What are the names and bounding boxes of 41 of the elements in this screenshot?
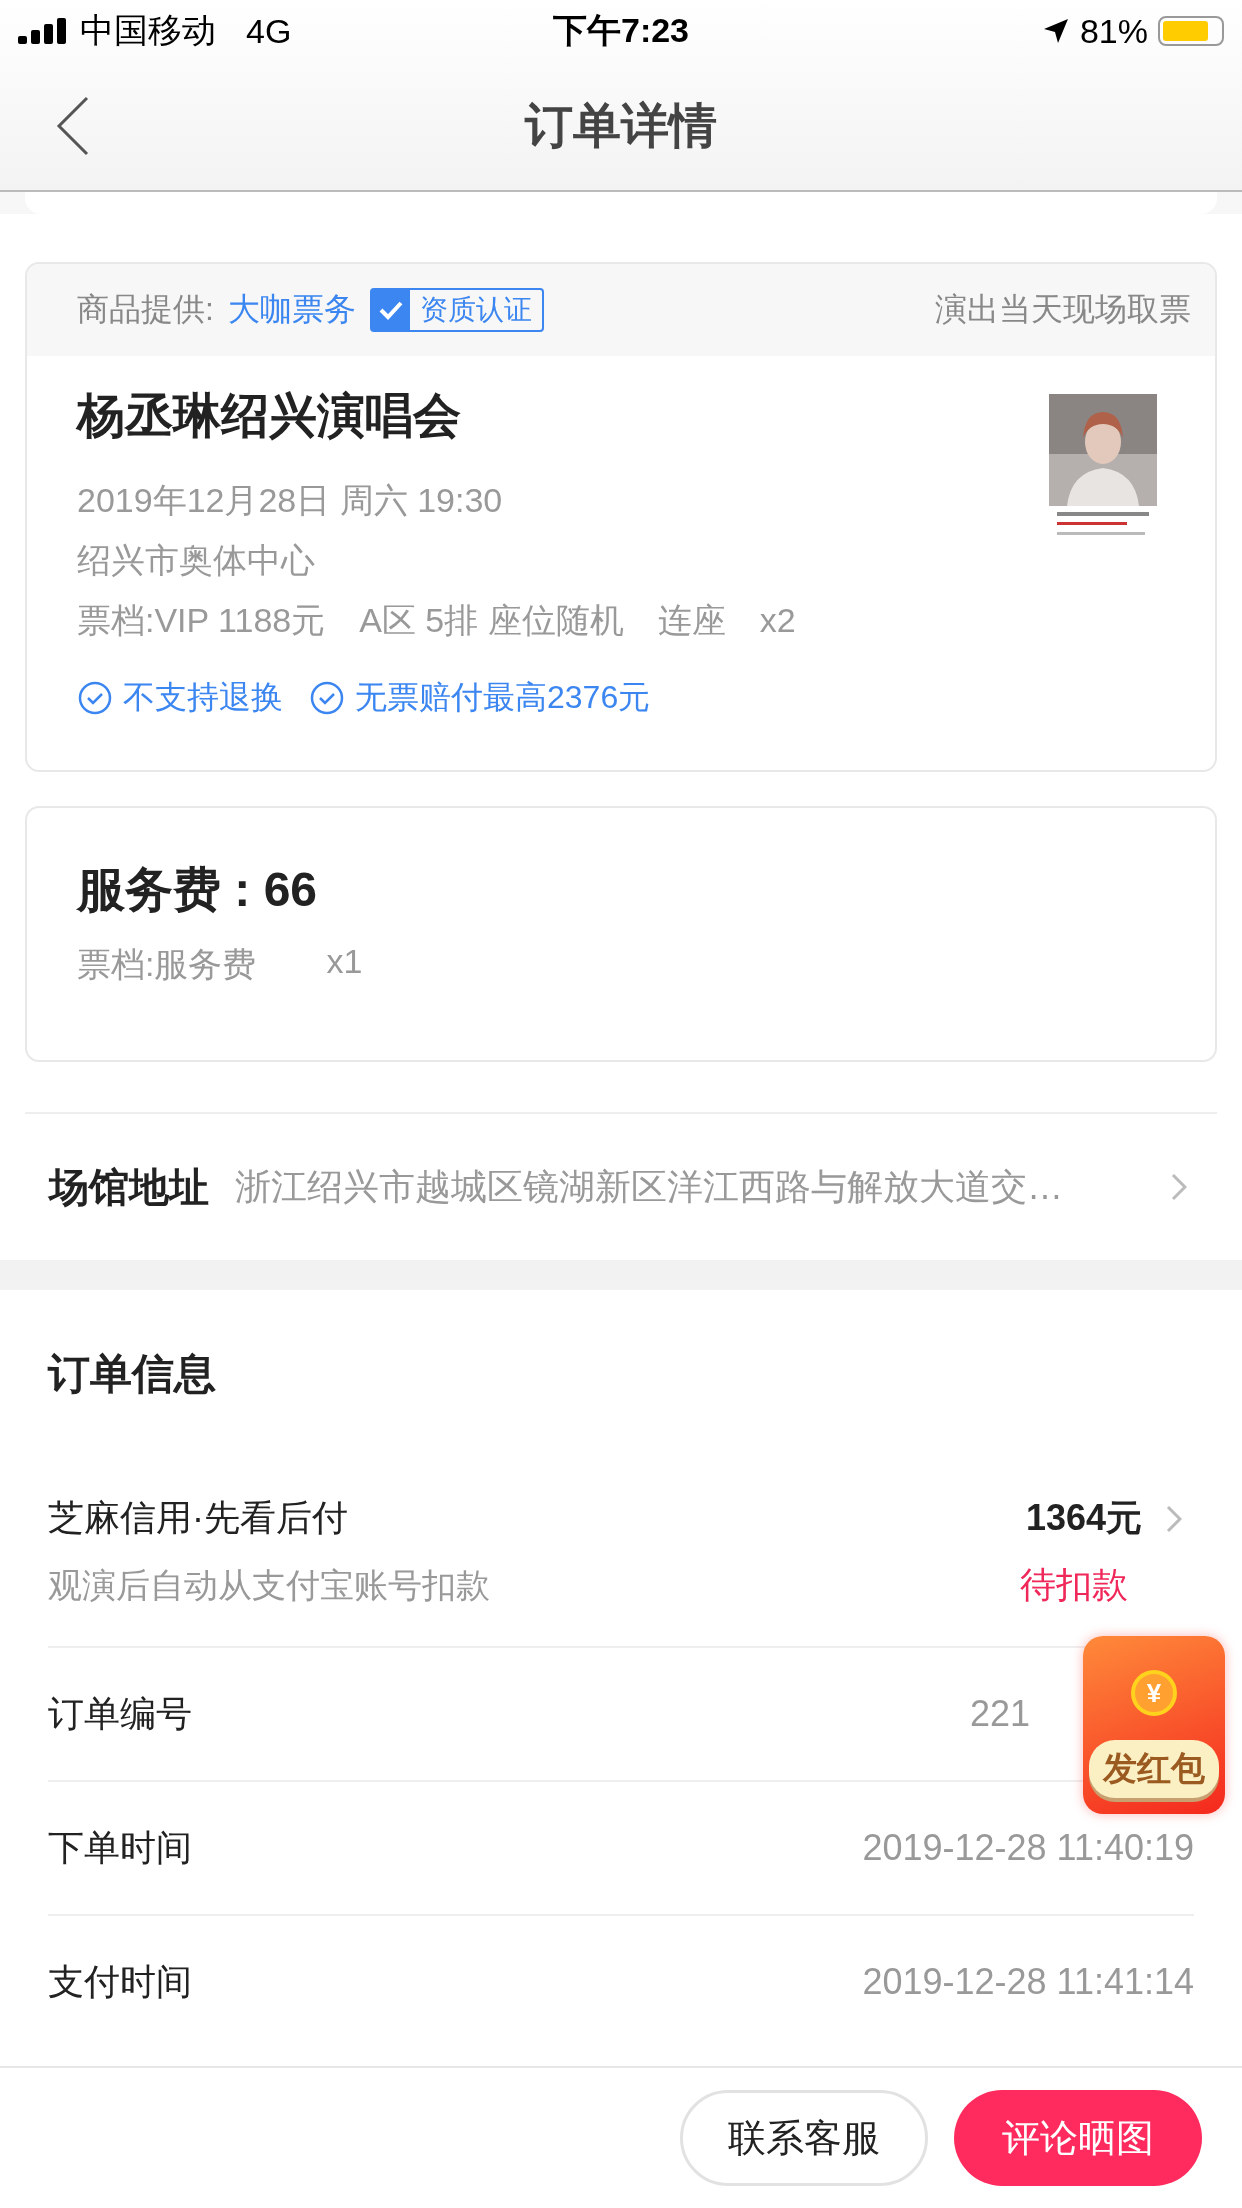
- contact-button[interactable]: 联系客服: [680, 2090, 928, 2186]
- venue-label: 场馆地址: [49, 1163, 209, 1211]
- concert-detail: 绍兴市奥体中心: [77, 540, 316, 581]
- payment-amount: 1364元: [1025, 1496, 1142, 1540]
- payment-method: 芝麻信用·先看后付: [48, 1496, 349, 1540]
- clock-time: 下午7:23: [551, 10, 691, 51]
- payment-status: 待扣款: [1020, 1563, 1128, 1607]
- network-type: 4G: [246, 11, 292, 51]
- check-circle-icon: [309, 680, 345, 716]
- payment-note: 观演后自动从支付宝账号扣款: [48, 1565, 491, 1606]
- row-label: 下单时间: [48, 1825, 193, 1870]
- check-circle-icon: [77, 680, 113, 716]
- venue-address: 浙江绍兴市越城区镜湖新区洋江西路与解放大道交…: [235, 1164, 1064, 1209]
- battery-percent: 81%: [1079, 11, 1148, 51]
- gift-envelope-button[interactable]: ¥ 发红包: [1083, 1636, 1225, 1814]
- battery-icon: [1158, 16, 1224, 46]
- concert-detail: 2019年12月28日 周六 19:30: [77, 480, 504, 521]
- provider-label: 商品提供:: [77, 290, 214, 329]
- check-icon: [377, 299, 404, 321]
- service-fee-title: 服务费 : 66: [77, 862, 319, 918]
- page-title: 订单详情: [525, 98, 717, 154]
- row-label: 订单编号: [48, 1691, 193, 1736]
- row-label: 支付时间: [48, 1959, 193, 2004]
- concert-title: 杨丞琳绍兴演唱会: [77, 388, 462, 444]
- carrier-name: 中国移动: [80, 10, 216, 51]
- row-value: 221: [969, 1693, 1030, 1735]
- row-value: 2019-12-28 11:41:14: [862, 1961, 1194, 2003]
- provider-link[interactable]: 大咖票务: [227, 288, 356, 332]
- certified-badge: 资质认证: [369, 288, 544, 332]
- guarantee-text: 无票赔付最高2376元: [355, 678, 651, 717]
- concert-detail: 票档:VIP 1188元 A区 5排 座位随机 连座 x2: [77, 600, 797, 641]
- tier-label: 票档:服务费: [77, 944, 257, 985]
- guarantee-text: 不支持退换: [123, 678, 283, 717]
- pickup-note: 演出当天现场取票: [935, 290, 1191, 329]
- back-icon[interactable]: [56, 96, 90, 156]
- row-value: 2019-12-28 11:40:19: [862, 1827, 1194, 1869]
- quantity-text: x1: [326, 942, 363, 982]
- review-button[interactable]: 评论晒图: [954, 2090, 1202, 2186]
- chevron-right-icon: [1171, 1173, 1187, 1201]
- yuan-coin-icon: ¥: [1131, 1670, 1177, 1716]
- section-title: 订单信息: [48, 1349, 217, 1399]
